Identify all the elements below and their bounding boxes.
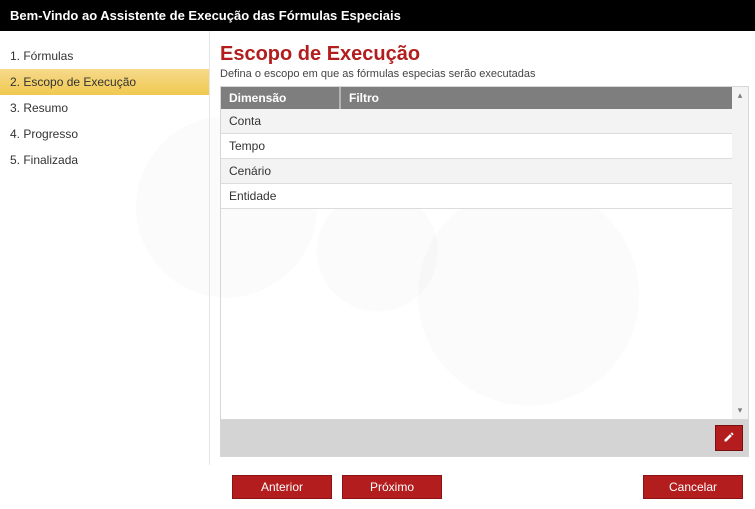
cell-dimension: Tempo <box>221 134 341 158</box>
sidebar-item-label: 2. Escopo de Execução <box>10 75 136 89</box>
sidebar-item-progresso[interactable]: 4. Progresso <box>0 121 209 147</box>
chevron-down-icon[interactable]: ▾ <box>738 406 743 415</box>
cell-filter <box>341 159 732 183</box>
th-dimension: Dimensão <box>221 87 341 109</box>
page-title: Escopo de Execução <box>220 43 749 66</box>
sidebar-item-label: 3. Resumo <box>10 101 68 115</box>
table-row[interactable]: Entidade <box>221 184 732 209</box>
cell-filter <box>341 184 732 208</box>
cancel-button[interactable]: Cancelar <box>643 475 743 499</box>
th-filter: Filtro <box>341 87 732 109</box>
sidebar-item-resumo[interactable]: 3. Resumo <box>0 95 209 121</box>
wizard-sidebar: 1. Fórmulas 2. Escopo de Execução 3. Res… <box>0 31 210 471</box>
edit-button[interactable] <box>716 426 742 450</box>
main-panel: Escopo de Execução Defina o escopo em qu… <box>210 31 755 471</box>
sidebar-item-label: 5. Finalizada <box>10 153 78 167</box>
sidebar-item-label: 4. Progresso <box>10 127 78 141</box>
table-header: Dimensão Filtro <box>221 87 732 109</box>
chevron-up-icon[interactable]: ▴ <box>738 91 743 100</box>
next-button[interactable]: Próximo <box>342 475 442 499</box>
sidebar-item-formulas[interactable]: 1. Fórmulas <box>0 43 209 69</box>
table-row[interactable]: Cenário <box>221 159 732 184</box>
table-row[interactable]: Conta <box>221 109 732 134</box>
cell-dimension: Cenário <box>221 159 341 183</box>
prev-button[interactable]: Anterior <box>232 475 332 499</box>
content-wrap: 1. Fórmulas 2. Escopo de Execução 3. Res… <box>0 31 755 471</box>
sidebar-item-finalizada[interactable]: 5. Finalizada <box>0 147 209 173</box>
header-title: Bem-Vindo ao Assistente de Execução das … <box>10 8 401 23</box>
cell-dimension: Entidade <box>221 184 341 208</box>
table-toolbar <box>220 420 749 457</box>
scope-table: Dimensão Filtro Conta Tempo Cenário Enti… <box>220 86 749 420</box>
pencil-icon <box>723 431 735 446</box>
footer: Anterior Próximo Cancelar <box>0 465 755 509</box>
cell-dimension: Conta <box>221 109 341 133</box>
header: Bem-Vindo ao Assistente de Execução das … <box>0 0 755 31</box>
cell-filter <box>341 134 732 158</box>
table-row[interactable]: Tempo <box>221 134 732 159</box>
cell-filter <box>341 109 732 133</box>
sidebar-item-label: 1. Fórmulas <box>10 49 73 63</box>
sidebar-item-escopo[interactable]: 2. Escopo de Execução <box>0 69 209 95</box>
page-subtitle: Defina o escopo em que as fórmulas espec… <box>220 68 749 80</box>
scrollbar[interactable]: ▴ ▾ <box>732 87 748 419</box>
